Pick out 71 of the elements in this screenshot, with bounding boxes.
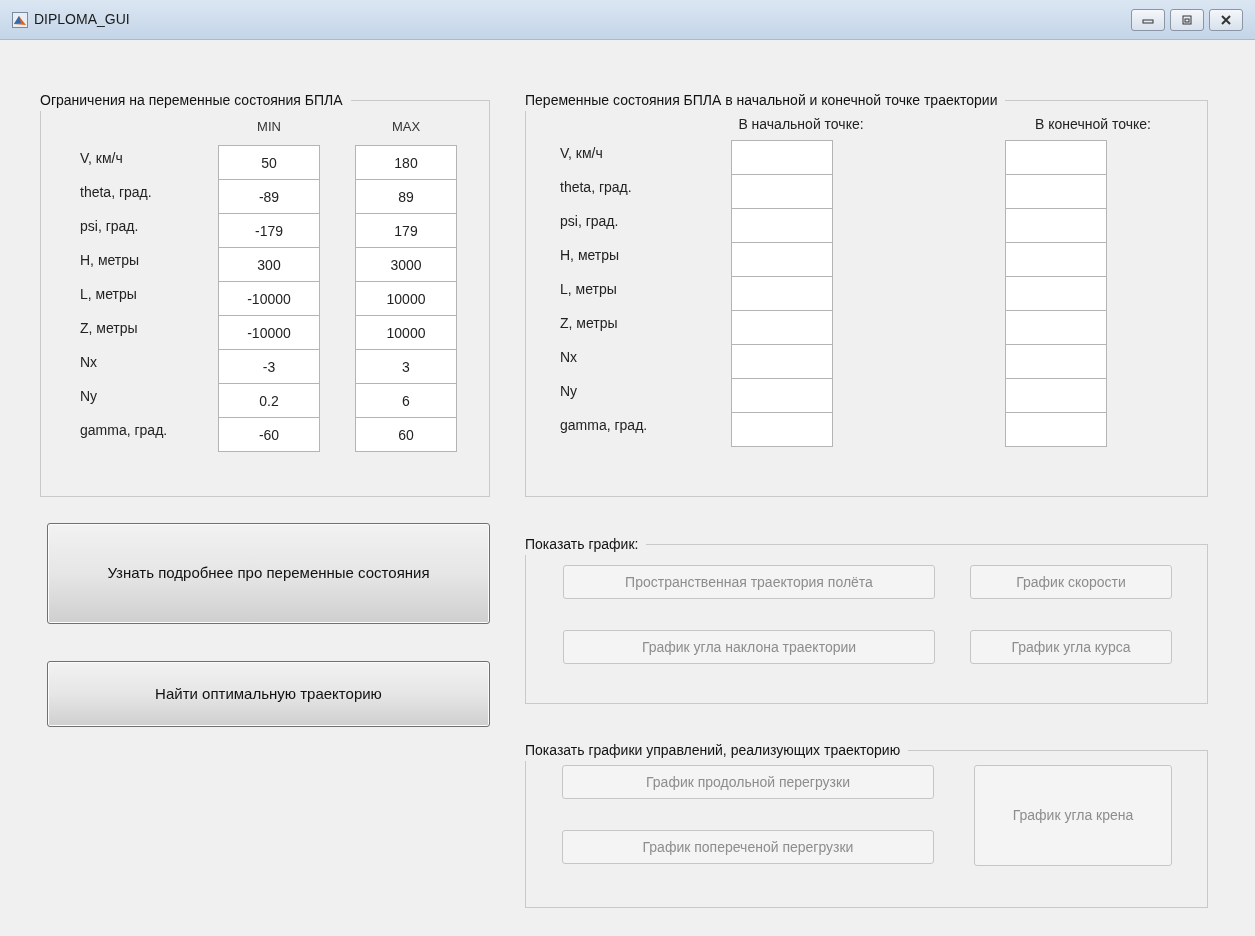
input-field[interactable] (731, 310, 833, 345)
row-label: Nx (560, 349, 578, 365)
row-label: theta, град. (80, 183, 152, 200)
group-title: Показать график: (525, 535, 640, 554)
input-field[interactable]: 89 (355, 178, 457, 214)
restore-icon (1180, 14, 1194, 25)
input-field[interactable]: 179 (355, 212, 457, 248)
input-field[interactable]: 0.2 (218, 382, 320, 418)
input-field[interactable] (731, 242, 833, 277)
input-field[interactable]: 300 (218, 246, 320, 282)
row-label: theta, град. (560, 179, 632, 195)
input-field[interactable] (731, 412, 833, 447)
row-label: gamma, град. (560, 417, 648, 433)
group-title: Ограничения на переменные состояния БПЛА (40, 91, 344, 110)
input-field[interactable]: 50 (218, 144, 320, 180)
group-title: Показать графики управлений, реализующих траекторию (525, 741, 902, 760)
input-field[interactable]: -179 (218, 212, 320, 248)
window-title: DIPLOMA_GUI (34, 10, 130, 29)
input-field[interactable] (1005, 242, 1107, 277)
input-field[interactable] (731, 140, 833, 175)
input-field[interactable]: 10000 (355, 314, 457, 350)
row-label: Nx (80, 353, 98, 370)
row-label: Z, метры (560, 315, 618, 331)
minimize-button[interactable] (1131, 8, 1165, 31)
input-field[interactable] (731, 378, 833, 413)
input-field[interactable] (1005, 276, 1107, 311)
input-field[interactable]: 3000 (355, 246, 457, 282)
input-field[interactable] (1005, 140, 1107, 175)
row-label: psi, град. (80, 217, 139, 234)
input-field[interactable]: 10000 (355, 280, 457, 316)
close-button[interactable] (1209, 8, 1243, 31)
row-label: gamma, град. (80, 421, 168, 438)
input-field[interactable]: -60 (218, 416, 320, 452)
app-icon (12, 11, 28, 28)
row-label: L, метры (560, 281, 617, 297)
input-field[interactable]: 6 (355, 382, 457, 418)
column-header: MIN (256, 118, 282, 136)
input-field[interactable]: -3 (218, 348, 320, 384)
input-field[interactable] (1005, 208, 1107, 243)
input-field[interactable] (731, 174, 833, 209)
input-field[interactable] (731, 208, 833, 243)
input-field[interactable] (1005, 310, 1107, 345)
push-button[interactable]: Найти оптимальную траекторию (47, 661, 490, 727)
row-label: V, км/ч (80, 149, 123, 166)
input-field[interactable] (731, 344, 833, 379)
row-label: Ny (560, 383, 578, 399)
column-header: В конечной точке: (1034, 115, 1152, 134)
close-icon (1219, 14, 1233, 25)
row-label: Ny (80, 387, 98, 404)
input-field[interactable] (1005, 412, 1107, 447)
input-field[interactable]: -89 (218, 178, 320, 214)
row-label: L, метры (80, 285, 137, 302)
row-label: V, км/ч (560, 145, 603, 161)
column-header: В начальной точке: (737, 115, 865, 134)
input-field[interactable]: 3 (355, 348, 457, 384)
push-button[interactable]: Узнать подробнее про переменные состояния (47, 523, 490, 624)
restore-button[interactable] (1170, 8, 1204, 31)
input-field[interactable]: 60 (355, 416, 457, 452)
input-field[interactable] (1005, 378, 1107, 413)
input-field[interactable]: -10000 (218, 314, 320, 350)
group-title: Переменные состояния БПЛА в начальной и конечной точке траектории (525, 91, 999, 110)
input-field[interactable] (1005, 344, 1107, 379)
row-label: psi, град. (560, 213, 619, 229)
input-field[interactable] (731, 276, 833, 311)
row-label: H, метры (560, 247, 620, 263)
input-field[interactable]: -10000 (218, 280, 320, 316)
input-field[interactable] (1005, 174, 1107, 209)
input-field[interactable]: 180 (355, 144, 457, 180)
row-label: H, метры (80, 251, 140, 268)
column-header: MAX (390, 118, 422, 136)
row-label: Z, метры (80, 319, 138, 336)
